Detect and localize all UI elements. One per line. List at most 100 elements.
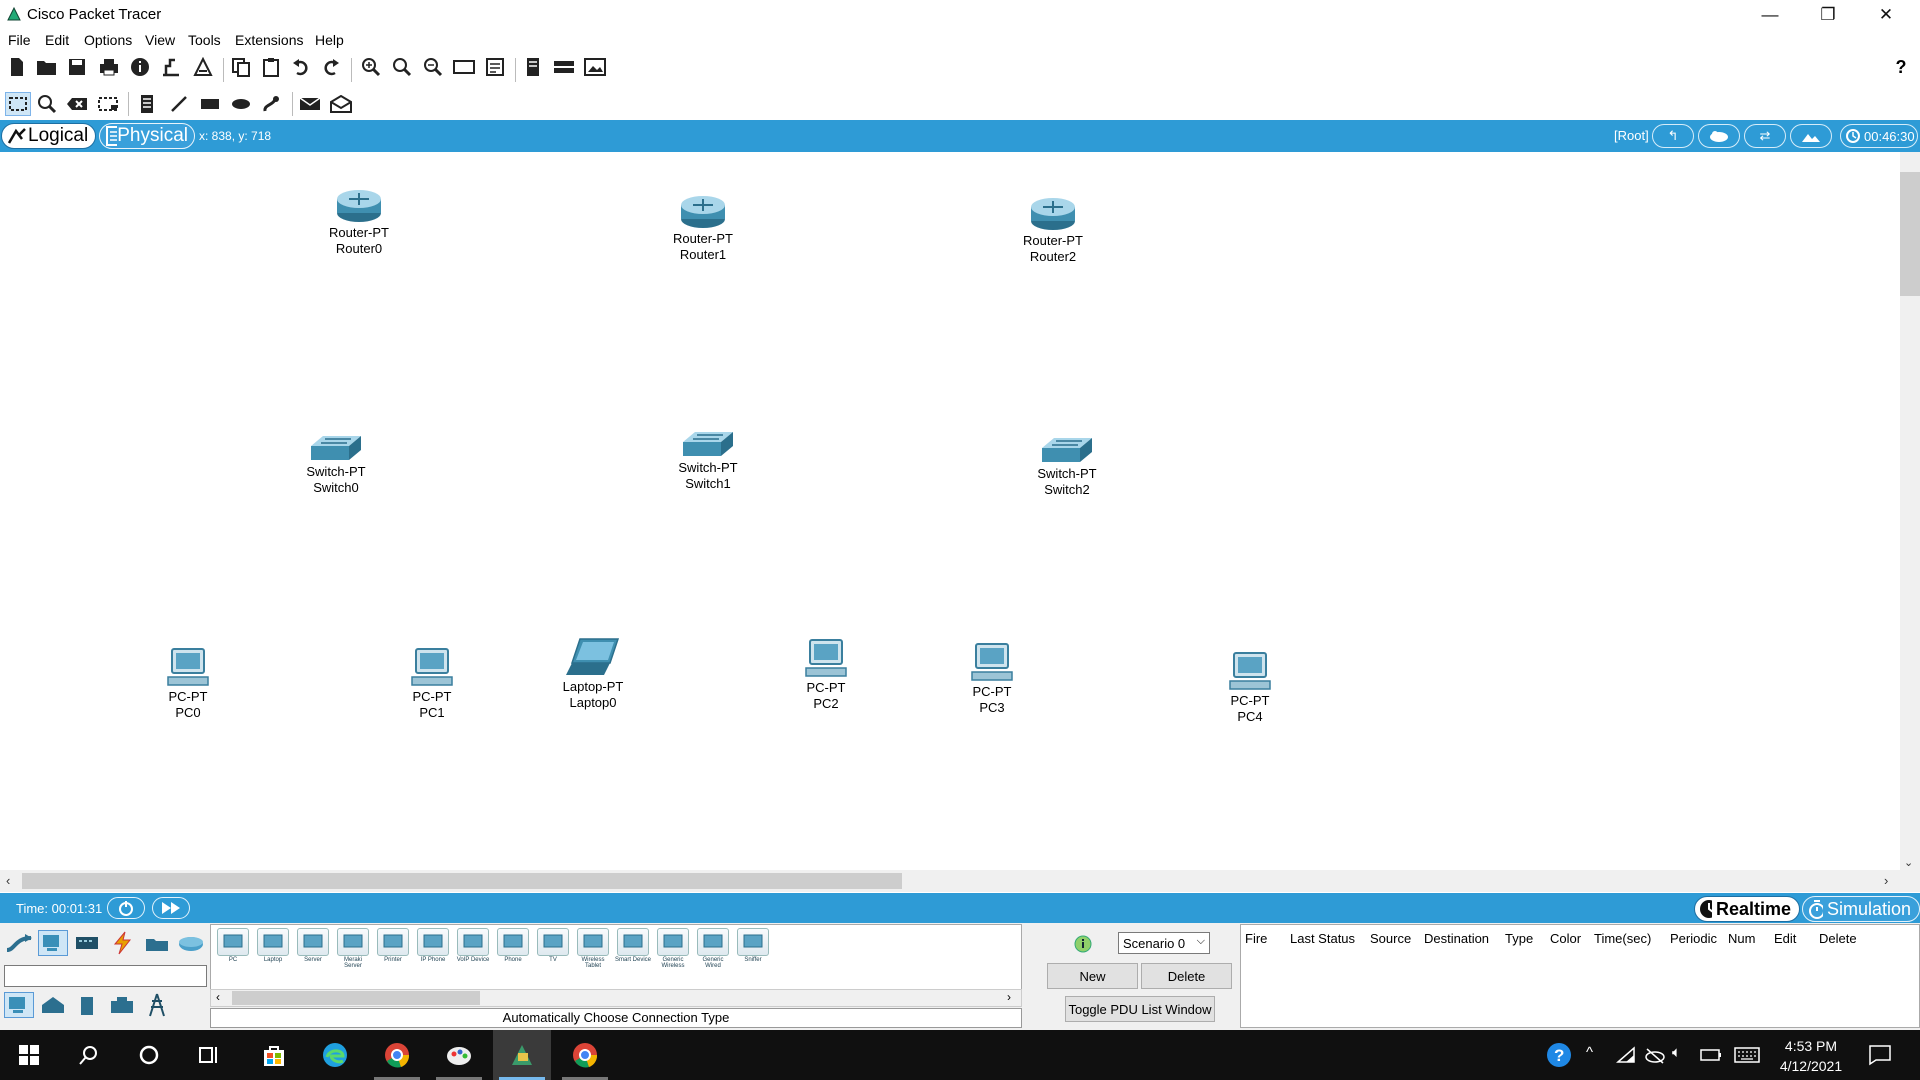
device-pc2[interactable]: PC-PT PC2	[766, 638, 886, 712]
network-devices-category-icon[interactable]	[4, 930, 34, 956]
device-type-phone[interactable]: Phone	[495, 928, 531, 964]
pdu-column-header[interactable]: Periodic	[1670, 931, 1717, 946]
pdu-column-header[interactable]: Num	[1728, 931, 1755, 946]
minimize-button[interactable]: —	[1741, 0, 1799, 30]
device-type-printer[interactable]: Printer	[375, 928, 411, 964]
inspect-tool-icon[interactable]	[36, 93, 58, 115]
pdu-column-header[interactable]: Time(sec)	[1594, 931, 1651, 946]
scroll-right-arrow-icon[interactable]: ›	[1884, 873, 1888, 888]
wifi-icon[interactable]	[1616, 1046, 1636, 1064]
device-type-meraki-server[interactable]: Meraki Server	[335, 928, 371, 969]
taskbar-clock[interactable]: 4:53 PM 4/12/2021	[1768, 1036, 1854, 1076]
screenshot-icon[interactable]	[584, 56, 606, 78]
new-scenario-button[interactable]: New	[1047, 963, 1138, 989]
physical-view-button[interactable]: Physical	[99, 123, 195, 149]
draw-line-icon[interactable]	[168, 93, 190, 115]
root-breadcrumb[interactable]: [Root]	[1614, 128, 1649, 143]
redo-icon[interactable]	[320, 56, 342, 78]
print-icon[interactable]	[98, 56, 120, 78]
taskbar-search-button[interactable]	[60, 1030, 118, 1080]
undo-icon[interactable]	[290, 56, 312, 78]
show-hidden-icons-chevron-icon[interactable]: ^	[1586, 1044, 1593, 1061]
pdu-column-header[interactable]: Last Status	[1290, 931, 1355, 946]
device-pc3[interactable]: PC-PT PC3	[932, 642, 1052, 716]
onedrive-offline-icon[interactable]	[1644, 1046, 1666, 1064]
toggle-pdu-list-button[interactable]: Toggle PDU List Window	[1065, 996, 1215, 1022]
freeform-icon[interactable]	[261, 93, 283, 115]
multiuser-category-icon[interactable]	[176, 930, 206, 956]
packet-tracer-app[interactable]	[493, 1030, 551, 1080]
open-folder-icon[interactable]	[36, 56, 58, 78]
device-pc1[interactable]: PC-PT PC1	[372, 647, 492, 721]
menu-options[interactable]: Options	[84, 32, 132, 48]
menu-tools[interactable]: Tools	[188, 32, 221, 48]
logical-workspace-canvas[interactable]	[0, 152, 1900, 872]
menu-file[interactable]: File	[8, 32, 31, 48]
volume-icon[interactable]: 🔈︎	[1672, 1044, 1681, 1061]
zoom-in-icon[interactable]	[360, 56, 382, 78]
place-note-icon[interactable]	[136, 93, 158, 115]
help-tray-icon[interactable]: ?	[1546, 1042, 1572, 1068]
miscellaneous-category-icon[interactable]	[142, 930, 172, 956]
back-button[interactable]: ↰	[1652, 124, 1694, 148]
connections-category-icon[interactable]	[107, 930, 137, 956]
scenario-select[interactable]: Scenario 0 ⌵	[1118, 932, 1210, 954]
device-type-pc[interactable]: PC	[215, 928, 251, 964]
restore-button[interactable]: ❐	[1799, 0, 1857, 30]
pdu-column-header[interactable]: Type	[1505, 931, 1533, 946]
cluster-button[interactable]	[1698, 124, 1740, 148]
copy-icon[interactable]	[230, 56, 252, 78]
pdu-column-header[interactable]: Fire	[1245, 931, 1267, 946]
power-cycle-button[interactable]	[107, 897, 145, 919]
microsoft-store-app[interactable]	[245, 1030, 303, 1080]
device-switch0[interactable]: Switch-PT Switch0	[276, 432, 396, 496]
custom-devices-icon[interactable]	[484, 56, 506, 78]
add-simple-pdu-icon[interactable]	[299, 93, 321, 115]
industrial-subcategory-icon[interactable]	[107, 992, 137, 1018]
notifications-icon[interactable]	[1868, 1044, 1892, 1066]
fast-forward-button[interactable]	[152, 897, 190, 919]
device-type-ip-phone[interactable]: IP Phone	[415, 928, 451, 964]
logical-view-button[interactable]: Logical	[1, 123, 96, 149]
draw-ellipse-icon[interactable]	[230, 93, 252, 115]
menu-view[interactable]: View	[145, 32, 175, 48]
device-pc4[interactable]: PC-PT PC4	[1190, 651, 1310, 725]
horizontal-scroll-thumb[interactable]	[22, 873, 902, 889]
device-type-server[interactable]: Server	[295, 928, 331, 964]
add-complex-pdu-icon[interactable]	[330, 93, 352, 115]
start-button[interactable]	[0, 1030, 58, 1080]
pdu-column-header[interactable]: Destination	[1424, 931, 1489, 946]
device-list-scroll-left-icon[interactable]: ‹	[216, 990, 220, 1004]
battery-icon[interactable]	[1700, 1048, 1722, 1062]
scenario-info-icon[interactable]	[1073, 934, 1093, 954]
activity-wizard-icon[interactable]	[192, 56, 214, 78]
device-router1[interactable]: Router-PT Router1	[643, 195, 763, 263]
device-type-smart-device[interactable]: Smart Device	[615, 928, 651, 964]
set-background-button[interactable]	[1790, 124, 1832, 148]
end-devices-category-icon[interactable]	[38, 930, 68, 956]
device-search-input[interactable]	[4, 965, 207, 987]
help-icon[interactable]: ?	[1890, 56, 1912, 78]
device-type-wireless-tablet[interactable]: Wireless Tablet	[575, 928, 611, 969]
keyboard-icon[interactable]	[1734, 1047, 1760, 1063]
new-file-icon[interactable]	[6, 56, 28, 78]
device-laptop0[interactable]: Laptop-PT Laptop0	[533, 637, 653, 711]
device-switch1[interactable]: Switch-PT Switch1	[648, 428, 768, 492]
device-type-voip-device[interactable]: VoIP Device	[455, 928, 491, 964]
vertical-scroll-thumb[interactable]	[1900, 172, 1920, 296]
paint-app[interactable]	[430, 1030, 488, 1080]
task-view-button[interactable]	[180, 1030, 238, 1080]
network-wizard-icon[interactable]	[160, 56, 182, 78]
pdu-column-header[interactable]: Edit	[1774, 931, 1796, 946]
cortana-button[interactable]	[120, 1030, 178, 1080]
network-info-icon[interactable]	[553, 56, 575, 78]
menu-edit[interactable]: Edit	[45, 32, 69, 48]
scroll-left-arrow-icon[interactable]: ‹	[6, 873, 10, 888]
menu-extensions[interactable]: Extensions	[235, 32, 303, 48]
smart-city-subcategory-icon[interactable]	[72, 992, 102, 1018]
device-type-sniffer[interactable]: Sniffer	[735, 928, 771, 964]
scroll-down-arrow-icon[interactable]: ⌄	[1904, 856, 1913, 869]
move-object-button[interactable]: ⇄	[1744, 124, 1786, 148]
device-type-generic-wireless[interactable]: Generic Wireless	[655, 928, 691, 969]
delete-tool-icon[interactable]	[66, 93, 88, 115]
